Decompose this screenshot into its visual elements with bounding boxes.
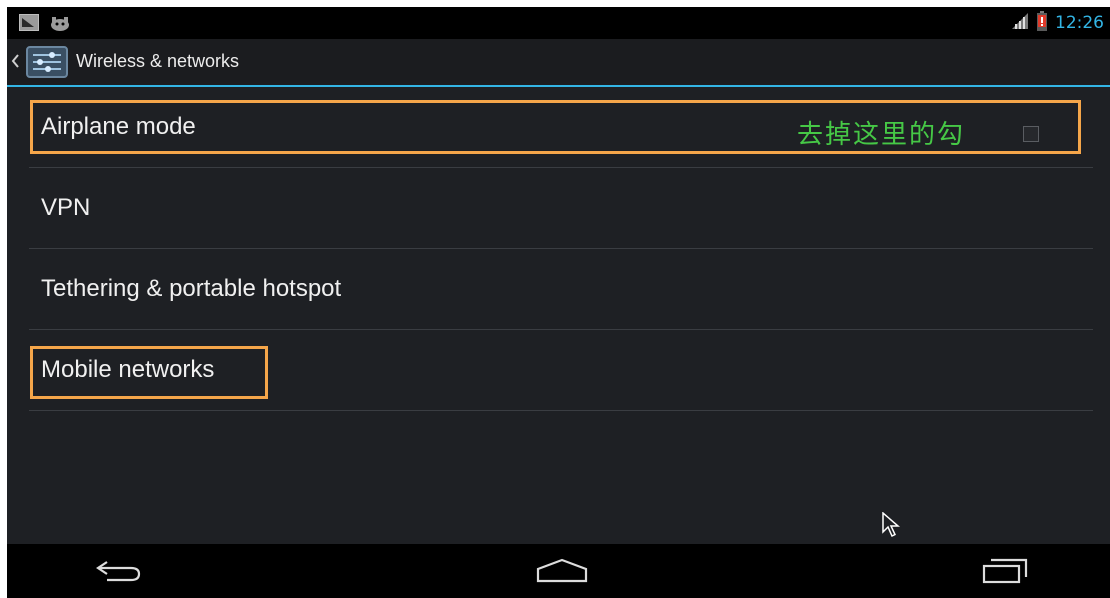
mouse-cursor-icon (882, 511, 901, 542)
up-caret-icon[interactable] (10, 53, 20, 73)
list-item-vpn[interactable]: VPN (29, 168, 1093, 249)
highlight-box (30, 346, 268, 399)
settings-app-icon[interactable] (26, 46, 68, 82)
list-item-label: Tethering & portable hotspot (41, 275, 342, 302)
system-icons: 12:26 (1011, 11, 1104, 35)
page-title: Wireless & networks (76, 51, 240, 71)
android-debug-icon (49, 15, 71, 35)
clock: 12:26 (1055, 13, 1104, 33)
list-item-tethering[interactable]: Tethering & portable hotspot (29, 249, 1093, 330)
airplane-mode-checkbox[interactable] (1023, 126, 1039, 142)
status-bar: 12:26 (7, 7, 1110, 39)
navigation-bar (7, 544, 1110, 598)
settings-list: Airplane mode 去掉这里的勾 VPN Tethering & por… (29, 87, 1093, 411)
android-screen: 12:26 Wireless & networks Airplane mode (7, 7, 1110, 598)
notification-icons (19, 14, 71, 35)
list-item-label: VPN (41, 194, 91, 221)
screenshot-icon (19, 14, 39, 35)
action-bar: Wireless & networks (7, 39, 1110, 87)
list-item-airplane-mode[interactable]: Airplane mode 去掉这里的勾 (29, 87, 1093, 168)
battery-low-icon (1037, 11, 1047, 35)
back-icon[interactable] (93, 557, 145, 589)
signal-icon (1011, 12, 1029, 34)
recent-apps-icon[interactable] (981, 557, 1031, 589)
home-icon[interactable] (535, 557, 589, 589)
list-item-mobile-networks[interactable]: Mobile networks (29, 330, 1093, 411)
annotation-text: 去掉这里的勾 (797, 120, 966, 150)
